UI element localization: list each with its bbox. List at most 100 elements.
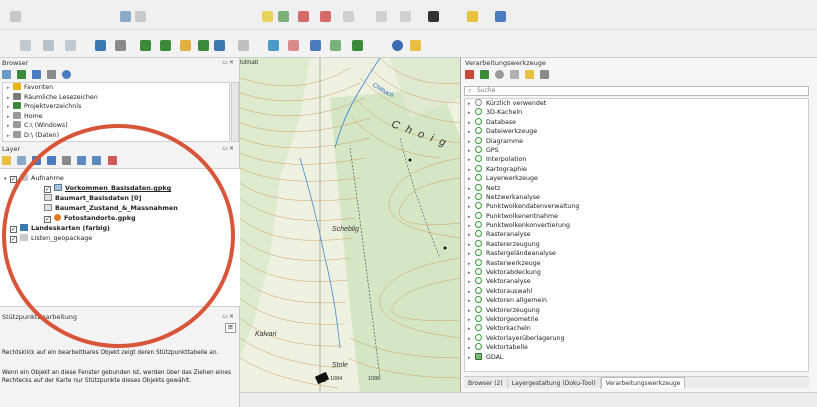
browser-scrollbar[interactable]: [231, 82, 239, 142]
processing-item[interactable]: ▸ Vektoranalyse: [465, 277, 808, 286]
browser-item[interactable]: ▸ Home: [3, 111, 229, 122]
toolbar-icon-10[interactable]: [400, 11, 411, 22]
collapse-all-icon[interactable]: [92, 156, 102, 165]
expression-filter-icon[interactable]: [62, 156, 72, 165]
info-icon[interactable]: [62, 70, 72, 79]
history-icon[interactable]: [495, 70, 505, 79]
browser-item[interactable]: ▸ D:\ (Daten): [3, 130, 229, 141]
processing-item[interactable]: ▸ GPS: [465, 145, 808, 155]
layer-baumart-zustand[interactable]: Baumart_Zustand_&_Massnahmen: [44, 203, 178, 213]
processing-item[interactable]: ▸ 3D-Kacheln: [465, 108, 808, 117]
results-icon[interactable]: [510, 70, 520, 79]
label-rotate-icon[interactable]: [160, 40, 171, 51]
locate-icon[interactable]: [288, 40, 299, 51]
checkbox[interactable]: [10, 176, 17, 183]
toolbar-icon-13[interactable]: [495, 11, 506, 22]
layer-group-aufnahme[interactable]: ▾Aufnahme: [4, 173, 64, 183]
toolbar-icon-1[interactable]: [10, 11, 21, 22]
label-props-icon[interactable]: [214, 40, 225, 51]
expand-all-icon[interactable]: [77, 156, 87, 165]
processing-item[interactable]: ▸ Layerwerkzeuge: [465, 174, 808, 183]
help-icon[interactable]: [392, 40, 403, 51]
processing-item[interactable]: ▸ Netz: [465, 183, 808, 193]
toolbar-icon-11[interactable]: [428, 11, 439, 22]
processing-item[interactable]: ▸ Rastergeländeanalyse: [465, 249, 808, 258]
vertex-panel-controls[interactable]: ▭✕: [222, 313, 235, 320]
layer-panel-controls[interactable]: ▭✕: [222, 145, 235, 152]
pencil-icon[interactable]: [410, 40, 421, 51]
scripts-icon[interactable]: [480, 70, 490, 79]
style-icon[interactable]: [2, 156, 11, 165]
toolbar-icon-5[interactable]: [278, 11, 289, 22]
toolbar-icon-8[interactable]: [343, 11, 354, 22]
processing-item[interactable]: ▸ Vektorkacheln: [465, 324, 808, 333]
processing-item[interactable]: ▸ Vektorgeometrie: [465, 314, 808, 324]
add-icon[interactable]: [2, 70, 11, 79]
map-canvas[interactable]: Chilbach C h o i g Scheblig Kalvari Stol…: [240, 58, 461, 392]
tab-browser[interactable]: Browser (2): [464, 378, 508, 389]
label-pin-icon[interactable]: [115, 40, 126, 51]
layer-group-landeskarten[interactable]: ▸Landeskarten (farbig): [4, 223, 110, 233]
processing-item[interactable]: ▸ Dateiwerkzeuge: [465, 127, 808, 136]
move-map-icon[interactable]: [268, 40, 279, 51]
plugin-icon[interactable]: [330, 40, 341, 51]
browser-item[interactable]: ▸ Räumliche Lesezeichen: [3, 92, 229, 103]
menu-icon[interactable]: ≡: [225, 323, 236, 333]
checkbox[interactable]: [44, 216, 51, 223]
processing-item[interactable]: ▸ Vektorauswahl: [465, 286, 808, 296]
processing-item[interactable]: ▸ Database: [465, 117, 808, 127]
processing-item[interactable]: ▸ GDAL: [465, 352, 808, 362]
checkbox[interactable]: [44, 186, 51, 193]
toolbar-icon-3[interactable]: [135, 11, 146, 22]
toolbar-icon-6[interactable]: [298, 11, 309, 22]
processing-item[interactable]: ▸ Punktwolkenkonvertierung: [465, 221, 808, 230]
models-icon[interactable]: [465, 70, 474, 79]
options-icon[interactable]: [540, 70, 550, 79]
toolbar-icon-2[interactable]: [120, 11, 131, 22]
select-icon[interactable]: [43, 40, 54, 51]
processing-item[interactable]: ▸ Vektortabelle: [465, 343, 808, 352]
tab-layer-styling[interactable]: Layergestaltung (Doku-Tool): [508, 378, 601, 389]
processing-search-input[interactable]: ⌕ Suche: [464, 86, 809, 96]
filter-legend-icon[interactable]: [47, 156, 57, 165]
layer-fotostandorte[interactable]: Fotostandorte.gpkg: [44, 213, 136, 223]
processing-item[interactable]: ▸ Interpolation: [465, 155, 808, 164]
browser-panel-controls[interactable]: ▭✕: [222, 59, 235, 66]
collapse-icon[interactable]: [47, 70, 57, 79]
layer-vorkommen[interactable]: Vorkommen_Basisdaten.gpkg: [44, 183, 171, 193]
refresh-icon[interactable]: [17, 70, 27, 79]
tab-processing[interactable]: Verarbeitungswerkzeuge: [600, 377, 686, 388]
remove-layer-icon[interactable]: [107, 156, 117, 165]
processing-item[interactable]: ▸ Rasteranalyse: [465, 230, 808, 239]
layer-group-listen[interactable]: ▸Listen_geopackage: [4, 233, 92, 243]
processing-item[interactable]: ▸ Kartographie: [465, 164, 808, 174]
layer-baumart-basis[interactable]: Baumart_Basisdaten [0]: [44, 193, 141, 203]
toolbar-icon-4[interactable]: [262, 11, 273, 22]
processing-item[interactable]: ▸ Rastererzeugung: [465, 239, 808, 249]
processing-item[interactable]: ▸ Kürzlich verwendet: [465, 99, 808, 108]
label-icon[interactable]: [95, 40, 106, 51]
processing-item[interactable]: ▸ Diagramme: [465, 136, 808, 146]
visibility-icon[interactable]: [32, 156, 42, 165]
digitize-icon[interactable]: [20, 40, 31, 51]
label-show-icon[interactable]: [198, 40, 209, 51]
processing-item[interactable]: ▸ Vektoren allgemein: [465, 296, 808, 305]
browser-item[interactable]: ▸ C:\ (Windows): [3, 121, 229, 131]
toolbar-icon-7[interactable]: [320, 11, 331, 22]
processing-item[interactable]: ▸ Punktwolkendatenverwaltung: [465, 202, 808, 211]
edit-features-icon[interactable]: [525, 70, 535, 79]
toolbar-icon-9[interactable]: [376, 11, 387, 22]
processing-item[interactable]: ▸ Vektorerzeugung: [465, 305, 808, 315]
browser-item[interactable]: ▸ Projektverzeichnis: [3, 102, 229, 112]
identify-icon[interactable]: [65, 40, 76, 51]
processing-item[interactable]: ▸ Netzwerkanalyse: [465, 192, 808, 202]
processing-item[interactable]: ▸ Vektorabdeckung: [465, 268, 808, 277]
browser-item[interactable]: ▸ Favoriten: [3, 83, 229, 93]
processing-item[interactable]: ▸ Punktwolkenentnahme: [465, 211, 808, 221]
processing-item[interactable]: ▸ Vektorlayerüberlagerung: [465, 333, 808, 343]
processing-item[interactable]: ▸ Rasterwerkzeuge: [465, 258, 808, 268]
label-change-icon[interactable]: [180, 40, 191, 51]
filter-icon[interactable]: [32, 70, 42, 79]
toolbar-icon-12[interactable]: [467, 11, 478, 22]
text-icon[interactable]: [238, 40, 249, 51]
